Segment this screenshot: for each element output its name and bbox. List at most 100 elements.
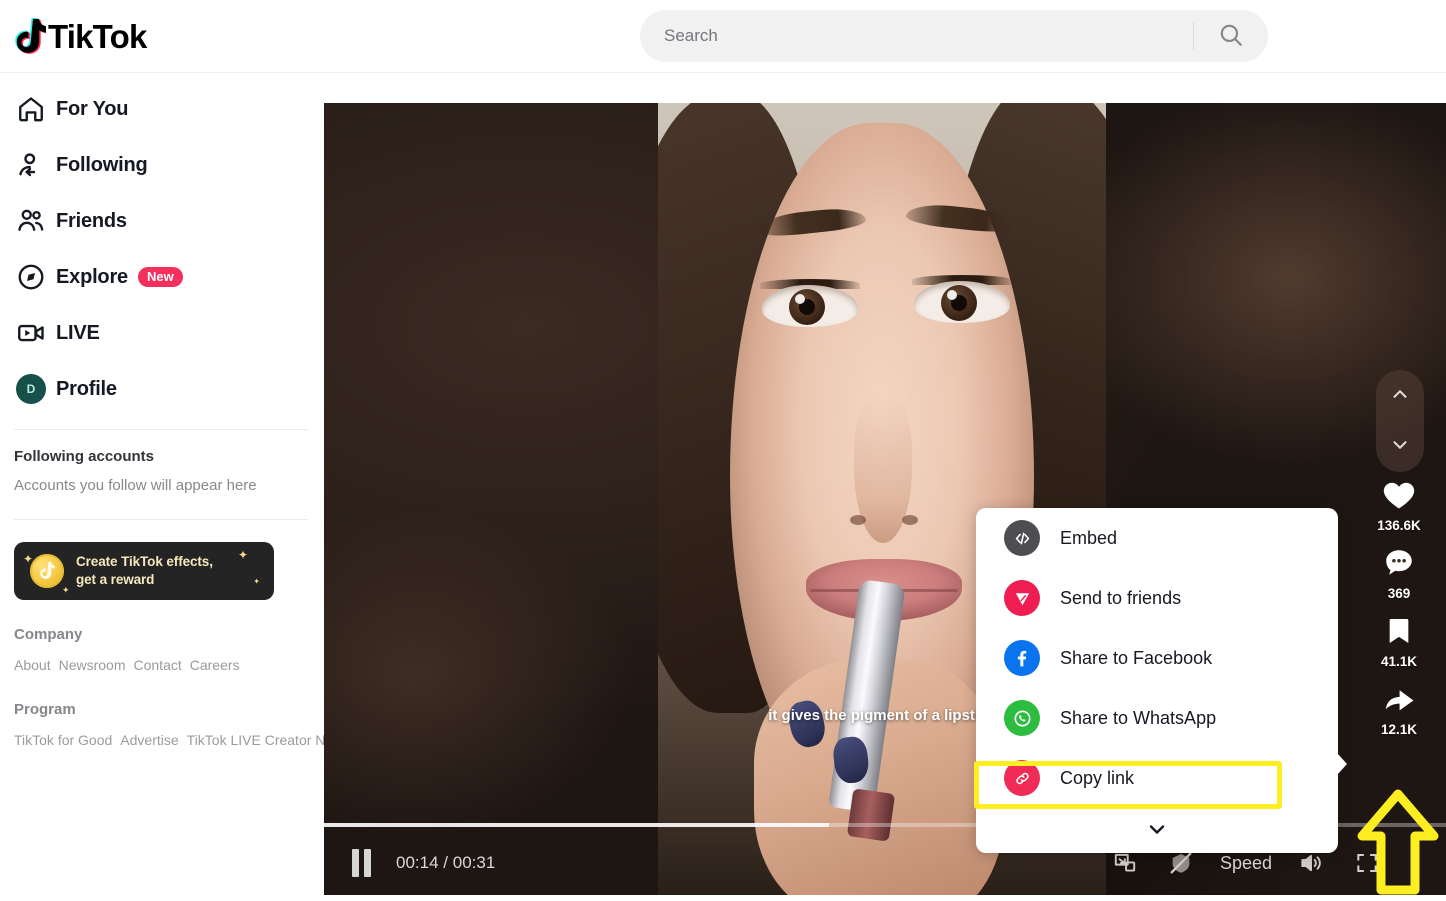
- action-rail: 136.6K 369 41.1K 12.1K: [1366, 473, 1432, 745]
- footer-link-contact[interactable]: Contact: [134, 657, 182, 673]
- expand-share-options-button[interactable]: [976, 808, 1338, 854]
- video-decor: [902, 515, 918, 525]
- top-header: TikTok: [0, 0, 1446, 73]
- search-icon: [1218, 22, 1244, 51]
- search-bar[interactable]: [640, 10, 1268, 62]
- comment-icon: [1377, 541, 1421, 585]
- sidebar-item-explore[interactable]: Explore New: [0, 249, 324, 305]
- person-add-icon: [8, 149, 56, 181]
- footer-link-newsroom[interactable]: Newsroom: [59, 657, 126, 673]
- left-sidebar: For You Following Friends Explore New LI…: [0, 73, 324, 895]
- share-button[interactable]: 12.1K: [1377, 677, 1421, 737]
- sparkle-icon: ✦: [23, 551, 34, 566]
- home-icon: [8, 93, 56, 125]
- avatar-initial: D: [16, 374, 46, 404]
- sidebar-item-live[interactable]: LIVE: [0, 305, 324, 361]
- playback-speed-button[interactable]: Speed: [1220, 853, 1272, 874]
- favorite-count: 41.1K: [1380, 654, 1418, 669]
- compass-icon: [8, 261, 56, 293]
- share-option-label: Embed: [1060, 527, 1118, 548]
- share-menu-popup: Embed Send to friends Share to Facebook …: [976, 508, 1347, 854]
- facebook-icon: [1004, 640, 1040, 676]
- code-icon: [1004, 520, 1040, 556]
- share-option-embed[interactable]: Embed: [976, 508, 1338, 568]
- sidebar-label: Friends: [56, 209, 127, 232]
- share-icon: [1377, 677, 1421, 721]
- live-video-icon: [8, 317, 56, 349]
- link-icon: [1004, 760, 1040, 796]
- share-option-whatsapp[interactable]: Share to WhatsApp: [976, 688, 1338, 748]
- following-accounts-subtitle: Accounts you follow will appear here: [14, 477, 257, 494]
- share-option-facebook[interactable]: Share to Facebook: [976, 628, 1338, 688]
- sidebar-item-following[interactable]: Following: [0, 137, 324, 193]
- footer-link-careers[interactable]: Careers: [190, 657, 240, 673]
- time-separator: /: [443, 853, 449, 872]
- sidebar-item-profile[interactable]: D Profile: [0, 361, 324, 417]
- previous-video-button[interactable]: [1376, 371, 1424, 421]
- sidebar-label: Following: [56, 153, 148, 176]
- total-duration: 00:31: [452, 853, 496, 872]
- sidebar-label: Profile: [56, 377, 117, 400]
- tiktok-note-icon: [12, 17, 48, 55]
- footer-link-advertise[interactable]: Advertise: [120, 732, 178, 748]
- following-accounts-title: Following accounts: [14, 448, 155, 465]
- share-option-label: Send to friends: [1060, 587, 1182, 608]
- video-progress-fill: [324, 823, 829, 827]
- video-decor: [850, 515, 866, 525]
- tiktok-wordmark: TikTok: [48, 17, 147, 55]
- next-video-button[interactable]: [1376, 422, 1424, 472]
- footer-links-program: TikTok for Good Advertise TikTok LIVE Crea…: [14, 726, 324, 756]
- share-option-send-to-friends[interactable]: Send to friends: [976, 568, 1338, 628]
- sidebar-divider-1: [14, 429, 308, 430]
- search-button[interactable]: [1194, 10, 1268, 62]
- share-count: 12.1K: [1380, 722, 1418, 737]
- search-input[interactable]: [640, 26, 1193, 46]
- sidebar-label: For You: [56, 97, 129, 120]
- whatsapp-icon: [1004, 700, 1040, 736]
- video-decor: [762, 285, 858, 327]
- chevron-up-icon: [1389, 383, 1411, 408]
- sparkle-icon: ✦: [237, 547, 248, 562]
- chevron-down-icon: [1389, 434, 1411, 459]
- create-effects-promo[interactable]: ✦ ✦ ✦ ✦ Create TikTok effects, get a rew…: [14, 541, 274, 600]
- bookmark-icon: [1377, 609, 1421, 653]
- footer-link-live-creator-networks[interactable]: TikTok LIVE Creator Networks: [187, 732, 324, 748]
- footer-link-about[interactable]: About: [14, 657, 51, 673]
- footer-heading-company: Company: [14, 625, 83, 643]
- like-count: 136.6K: [1377, 518, 1421, 533]
- like-button[interactable]: 136.6K: [1377, 473, 1421, 533]
- footer-links-company: About Newsroom Contact Careers: [14, 651, 294, 681]
- people-icon: [8, 205, 56, 237]
- footer-heading-program: Program: [14, 701, 76, 719]
- fullscreen-icon[interactable]: [1350, 846, 1384, 880]
- promo-line-2: get a reward: [76, 571, 155, 587]
- avatar-icon: D: [8, 373, 56, 405]
- share-option-label: Copy link: [1060, 767, 1135, 788]
- footer-link-tiktok-for-good[interactable]: TikTok for Good: [14, 732, 112, 748]
- sidebar-divider-2: [14, 518, 308, 520]
- sparkle-icon: ✦: [62, 584, 70, 595]
- video-time: 00:14 / 00:31: [396, 853, 495, 873]
- sidebar-label: Explore: [56, 265, 128, 288]
- video-decor: [914, 281, 1010, 323]
- sidebar-item-friends[interactable]: Friends: [0, 193, 324, 249]
- heart-icon: [1377, 473, 1421, 517]
- comment-count: 369: [1387, 586, 1411, 601]
- promo-line-1: Create TikTok effects,: [76, 553, 213, 569]
- promo-text: Create TikTok effects, get a reward: [76, 553, 213, 589]
- share-option-copy-link[interactable]: Copy link: [976, 748, 1338, 808]
- sidebar-label: LIVE: [56, 321, 100, 344]
- video-nav-buttons: [1376, 370, 1424, 472]
- share-option-label: Share to WhatsApp: [1060, 707, 1217, 728]
- sparkle-icon: ✦: [253, 576, 260, 586]
- pause-icon[interactable]: [352, 848, 380, 878]
- chevron-down-icon: [1145, 817, 1169, 846]
- tiktok-logo[interactable]: TikTok: [12, 14, 147, 58]
- explore-new-badge: New: [137, 266, 183, 288]
- sidebar-item-for-you[interactable]: For You: [0, 81, 324, 137]
- share-option-label: Share to Facebook: [1060, 647, 1213, 668]
- current-time: 00:14: [396, 853, 439, 872]
- favorite-button[interactable]: 41.1K: [1377, 609, 1421, 669]
- comment-button[interactable]: 369: [1377, 541, 1421, 601]
- send-icon: [1004, 580, 1040, 616]
